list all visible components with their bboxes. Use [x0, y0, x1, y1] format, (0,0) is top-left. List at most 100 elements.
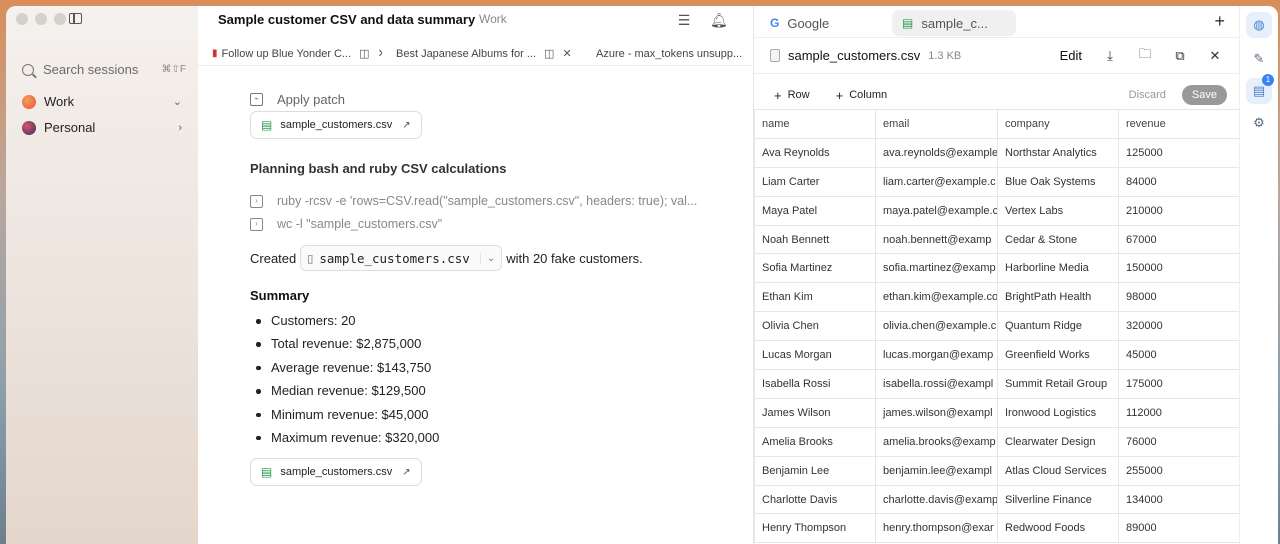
- table-cell[interactable]: Ironwood Logistics: [997, 397, 1119, 428]
- close-icon[interactable]: ✕: [1207, 48, 1223, 64]
- table-cell[interactable]: ethan.kim@example.co: [875, 282, 998, 313]
- table-cell[interactable]: benjamin.lee@exampl: [875, 455, 998, 486]
- sidebar-item-work[interactable]: Work ⌄: [22, 94, 182, 109]
- table-cell[interactable]: Blue Oak Systems: [997, 166, 1119, 197]
- table-row[interactable]: Isabella Rossi isabella.rossi@exampl Summi…: [754, 369, 1241, 399]
- table-row[interactable]: Olivia Chen olivia.chen@example.c Quantum …: [754, 311, 1241, 342]
- table-cell[interactable]: lucas.morgan@examp: [875, 340, 998, 371]
- open-external-icon[interactable]: ⧉: [1172, 48, 1188, 64]
- table-cell[interactable]: Vertex Labs: [997, 195, 1119, 226]
- close-window-button[interactable]: [16, 13, 28, 25]
- tab-google[interactable]: G Google: [770, 10, 829, 36]
- table-row[interactable]: Henry Thompson henry.thompson@exar Redwood…: [754, 513, 1241, 544]
- brush-icon[interactable]: ✎: [1246, 46, 1272, 72]
- table-cell[interactable]: Atlas Cloud Services: [997, 455, 1119, 486]
- table-cell[interactable]: 98000: [1118, 282, 1241, 313]
- table-cell[interactable]: noah.bennett@examp: [875, 224, 998, 255]
- table-cell[interactable]: Clearwater Design: [997, 426, 1119, 457]
- table-cell[interactable]: Harborline Media: [997, 253, 1119, 284]
- download-icon[interactable]: ⤓: [1102, 48, 1118, 64]
- table-cell[interactable]: ava.reynolds@example: [875, 137, 998, 168]
- new-tab-plus-icon[interactable]: +: [1214, 11, 1225, 32]
- folder-icon[interactable]: 🗀: [1137, 45, 1153, 67]
- tab-japanese-albums[interactable]: Best Japanese Albums for ... ◫ ✕: [382, 47, 582, 61]
- table-cell[interactable]: 67000: [1118, 224, 1241, 255]
- table-row[interactable]: Lucas Morgan lucas.morgan@examp Greenfield…: [754, 340, 1241, 371]
- table-cell[interactable]: 112000: [1118, 397, 1241, 428]
- save-button[interactable]: Save: [1181, 85, 1227, 105]
- add-column-button[interactable]: + Column: [836, 88, 888, 103]
- table-cell[interactable]: Henry Thompson: [754, 513, 876, 544]
- globe-icon[interactable]: ◍: [1246, 12, 1272, 38]
- table-cell[interactable]: Quantum Ridge: [997, 311, 1119, 342]
- table-cell[interactable]: Northstar Analytics: [997, 137, 1119, 168]
- table-cell[interactable]: 84000: [1118, 166, 1241, 197]
- table-cell[interactable]: Cedar & Stone: [997, 224, 1119, 255]
- minimize-window-button[interactable]: [35, 13, 47, 25]
- table-cell[interactable]: 210000: [1118, 195, 1241, 226]
- table-cell[interactable]: Benjamin Lee: [754, 455, 876, 486]
- table-row[interactable]: Liam Carter liam.carter@example.c Blue Oak…: [754, 166, 1241, 197]
- table-cell[interactable]: Summit Retail Group: [997, 369, 1119, 399]
- table-cell[interactable]: 175000: [1118, 369, 1241, 399]
- table-row[interactable]: Benjamin Lee benjamin.lee@exampl Atlas Clo…: [754, 455, 1241, 486]
- column-header-3[interactable]: revenue: [1118, 109, 1241, 139]
- table-cell[interactable]: 76000: [1118, 426, 1241, 457]
- table-row[interactable]: Ethan Kim ethan.kim@example.co BrightPath …: [754, 282, 1241, 313]
- file-chip[interactable]: ▤ sample_customers.csv ↗: [250, 458, 422, 487]
- bell-icon[interactable]: 🔔︎: [710, 12, 728, 28]
- table-cell[interactable]: sofia.martinez@examp: [875, 253, 998, 284]
- table-cell[interactable]: 320000: [1118, 311, 1241, 342]
- column-header-0[interactable]: name: [754, 109, 876, 139]
- table-cell[interactable]: 45000: [1118, 340, 1241, 371]
- sidebar-item-personal[interactable]: Personal ›: [22, 120, 182, 135]
- table-cell[interactable]: Charlotte Davis: [754, 484, 876, 515]
- table-cell[interactable]: liam.carter@example.c: [875, 166, 998, 197]
- column-header-1[interactable]: email: [875, 109, 998, 139]
- table-cell[interactable]: henry.thompson@exar: [875, 513, 998, 544]
- table-cell[interactable]: Amelia Brooks: [754, 426, 876, 457]
- table-cell[interactable]: olivia.chen@example.c: [875, 311, 998, 342]
- table-cell[interactable]: Liam Carter: [754, 166, 876, 197]
- add-row-button[interactable]: + Row: [774, 88, 810, 103]
- table-row[interactable]: Noah Bennett noah.bennett@examp Cedar & St…: [754, 224, 1241, 255]
- command-row[interactable]: › ruby -rcsv -e 'rows=CSV.read("sample_c…: [250, 194, 730, 208]
- table-cell[interactable]: maya.patel@example.c: [875, 195, 998, 226]
- table-cell[interactable]: 150000: [1118, 253, 1241, 284]
- table-cell[interactable]: Ethan Kim: [754, 282, 876, 313]
- tab-follow-up[interactable]: ▮ Follow up Blue Yonder C... ◫ ✕: [198, 47, 382, 61]
- command-row[interactable]: › wc -l "sample_customers.csv": [250, 217, 730, 231]
- tab-azure[interactable]: Azure - max_tokens unsupp...: [582, 48, 752, 60]
- close-icon[interactable]: ✕: [562, 47, 571, 60]
- split-view-icon[interactable]: ◫: [359, 47, 369, 60]
- sliders-icon[interactable]: ⚙︎: [1246, 110, 1272, 136]
- table-cell[interactable]: Redwood Foods: [997, 513, 1119, 544]
- table-cell[interactable]: Ava Reynolds: [754, 137, 876, 168]
- split-view-icon[interactable]: ◫: [544, 47, 554, 60]
- edit-button[interactable]: Edit: [1060, 48, 1082, 63]
- table-row[interactable]: Ava Reynolds ava.reynolds@example Northsta…: [754, 137, 1241, 168]
- table-cell[interactable]: Greenfield Works: [997, 340, 1119, 371]
- chevron-down-icon[interactable]: ⌄: [479, 252, 495, 264]
- table-cell[interactable]: 89000: [1118, 513, 1241, 544]
- document-icon[interactable]: ▤ 1: [1246, 74, 1274, 104]
- table-cell[interactable]: james.wilson@exampl: [875, 397, 998, 428]
- table-cell[interactable]: Lucas Morgan: [754, 340, 876, 371]
- chevron-right-icon[interactable]: ›: [178, 122, 182, 134]
- table-cell[interactable]: Olivia Chen: [754, 311, 876, 342]
- table-cell[interactable]: BrightPath Health: [997, 282, 1119, 313]
- search-sessions[interactable]: Search sessions ⌘⇧F: [22, 62, 186, 77]
- table-cell[interactable]: Maya Patel: [754, 195, 876, 226]
- table-cell[interactable]: amelia.brooks@examp: [875, 426, 998, 457]
- file-chip[interactable]: ▤ sample_customers.csv ↗: [250, 111, 422, 139]
- filter-list-icon[interactable]: ☰: [676, 12, 692, 28]
- discard-button[interactable]: Discard: [1129, 89, 1166, 101]
- table-cell[interactable]: Isabella Rossi: [754, 369, 876, 399]
- tab-csv-file[interactable]: ▤ sample_c...: [892, 10, 1016, 36]
- table-row[interactable]: James Wilson james.wilson@exampl Ironwood …: [754, 397, 1241, 428]
- table-row[interactable]: Sofia Martinez sofia.martinez@examp Harbor…: [754, 253, 1241, 284]
- table-cell[interactable]: 125000: [1118, 137, 1241, 168]
- table-row[interactable]: Amelia Brooks amelia.brooks@examp Clearwat…: [754, 426, 1241, 457]
- table-row[interactable]: Charlotte Davis charlotte.davis@examp Silv…: [754, 484, 1241, 515]
- table-cell[interactable]: Silverline Finance: [997, 484, 1119, 515]
